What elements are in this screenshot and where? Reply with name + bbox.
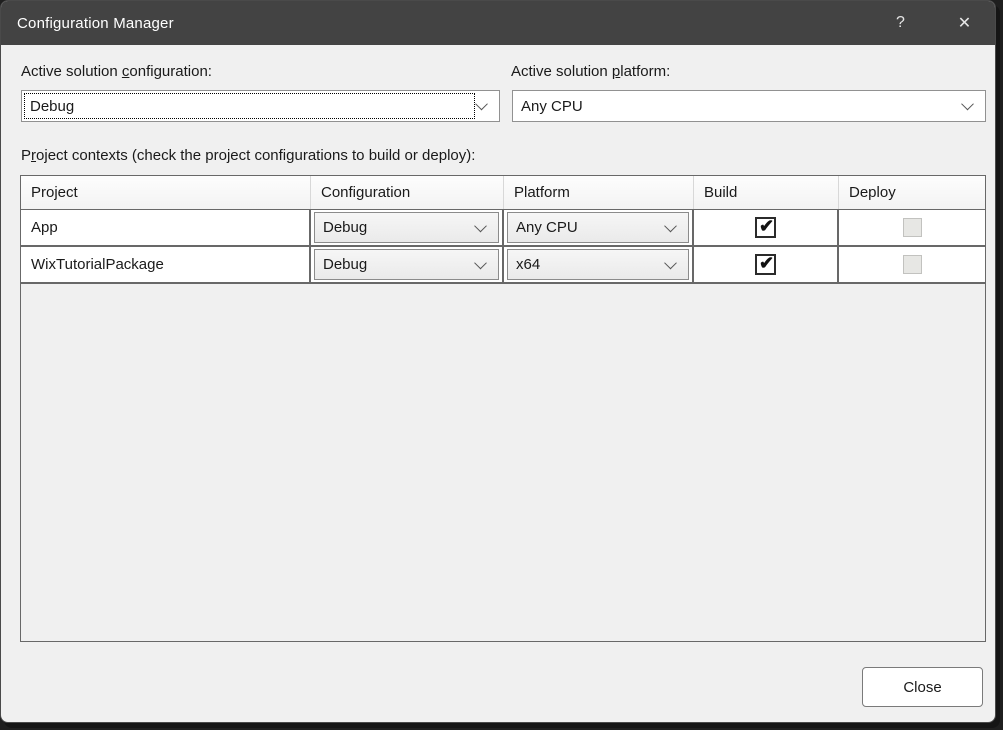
chevron-down-icon [664, 256, 677, 269]
deploy-cell [839, 247, 985, 282]
active-solution-configuration-label: Active solution configuration: [21, 63, 212, 80]
help-button[interactable]: ? [878, 1, 923, 45]
configuration-cell: Debug [311, 210, 504, 245]
help-icon: ? [896, 14, 905, 32]
row-configuration-dropdown[interactable]: Debug [314, 249, 499, 280]
table-row: WixTutorialPackage Debug x64 ✔ [21, 247, 985, 284]
build-cell: ✔ [694, 247, 839, 282]
dialog-title: Configuration Manager [1, 15, 174, 32]
build-checkbox[interactable]: ✔ [755, 254, 776, 275]
active-solution-platform-dropdown[interactable]: Any CPU [512, 90, 986, 122]
check-icon: ✔ [759, 217, 774, 235]
platform-cell: Any CPU [504, 210, 694, 245]
build-cell: ✔ [694, 210, 839, 245]
row-platform-dropdown[interactable]: Any CPU [507, 212, 689, 243]
chevron-down-icon [474, 256, 487, 269]
chevron-down-icon [664, 219, 677, 232]
deploy-checkbox [903, 218, 922, 237]
project-name-cell[interactable]: App [21, 210, 311, 245]
deploy-cell [839, 210, 985, 245]
active-solution-configuration-value: Debug [30, 98, 74, 115]
configuration-manager-dialog: Configuration Manager ? ✕ Active solutio… [0, 0, 996, 723]
active-solution-platform-label: Active solution platform: [511, 63, 670, 80]
close-icon: ✕ [958, 13, 971, 33]
check-icon: ✔ [759, 254, 774, 272]
focus-rectangle [24, 93, 475, 119]
table-row: App Debug Any CPU ✔ [21, 210, 985, 247]
chevron-down-icon [961, 98, 974, 111]
configuration-cell: Debug [311, 247, 504, 282]
window-close-button[interactable]: ✕ [942, 1, 987, 45]
chevron-down-icon [474, 219, 487, 232]
project-name-cell[interactable]: WixTutorialPackage [21, 247, 311, 282]
close-button[interactable]: Close [862, 667, 983, 707]
deploy-checkbox [903, 255, 922, 274]
platform-cell: x64 [504, 247, 694, 282]
column-header-configuration[interactable]: Configuration [311, 176, 504, 209]
column-header-platform[interactable]: Platform [504, 176, 694, 209]
column-header-build[interactable]: Build [694, 176, 839, 209]
grid-header-row: Project Configuration Platform Build Dep… [21, 176, 985, 210]
build-checkbox[interactable]: ✔ [755, 217, 776, 238]
project-contexts-label: Project contexts (check the project conf… [21, 147, 475, 164]
active-solution-configuration-dropdown[interactable]: Debug [21, 90, 500, 122]
row-configuration-dropdown[interactable]: Debug [314, 212, 499, 243]
column-header-project[interactable]: Project [21, 176, 311, 209]
active-solution-platform-value: Any CPU [521, 98, 583, 115]
project-contexts-grid: Project Configuration Platform Build Dep… [20, 175, 986, 642]
title-bar[interactable]: Configuration Manager ? ✕ [1, 1, 995, 45]
column-header-deploy[interactable]: Deploy [839, 176, 985, 209]
row-platform-dropdown[interactable]: x64 [507, 249, 689, 280]
chevron-down-icon [475, 98, 488, 111]
